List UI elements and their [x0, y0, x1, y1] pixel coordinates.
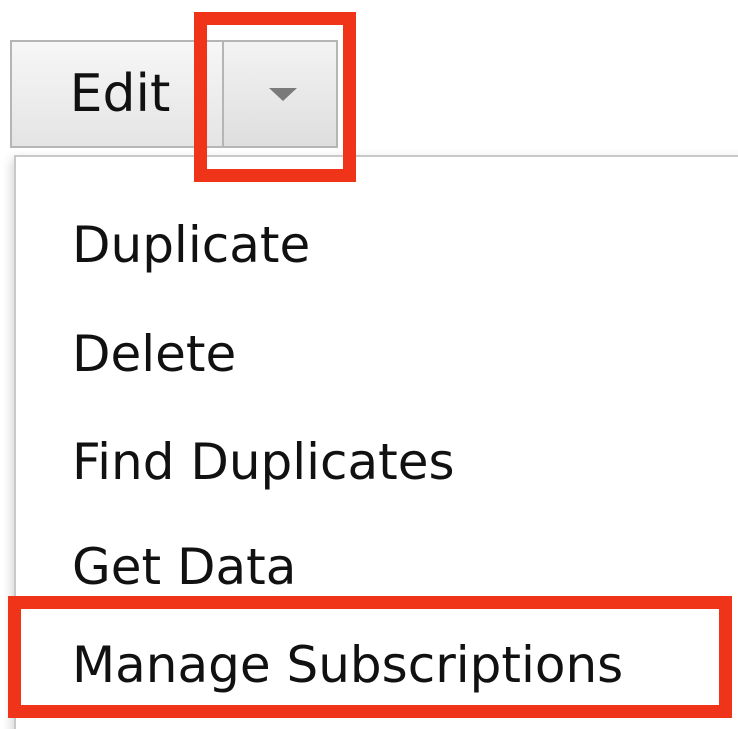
- actions-dropdown-toggle[interactable]: [222, 40, 338, 148]
- stage: Edit Duplicate Delete Find Duplicates Ge…: [0, 0, 738, 729]
- menu-item-delete[interactable]: Delete: [72, 324, 236, 384]
- edit-button[interactable]: Edit: [10, 40, 222, 148]
- menu-item-duplicate[interactable]: Duplicate: [72, 215, 310, 275]
- caret-down-icon: [269, 87, 297, 101]
- menu-item-manage-subscriptions[interactable]: Manage Subscriptions: [72, 635, 623, 695]
- actions-dropdown-menu: Duplicate Delete Find Duplicates Get Dat…: [14, 155, 738, 729]
- menu-item-find-duplicates[interactable]: Find Duplicates: [72, 432, 455, 492]
- menu-item-get-data[interactable]: Get Data: [72, 537, 296, 597]
- edit-split-button: Edit: [10, 40, 338, 150]
